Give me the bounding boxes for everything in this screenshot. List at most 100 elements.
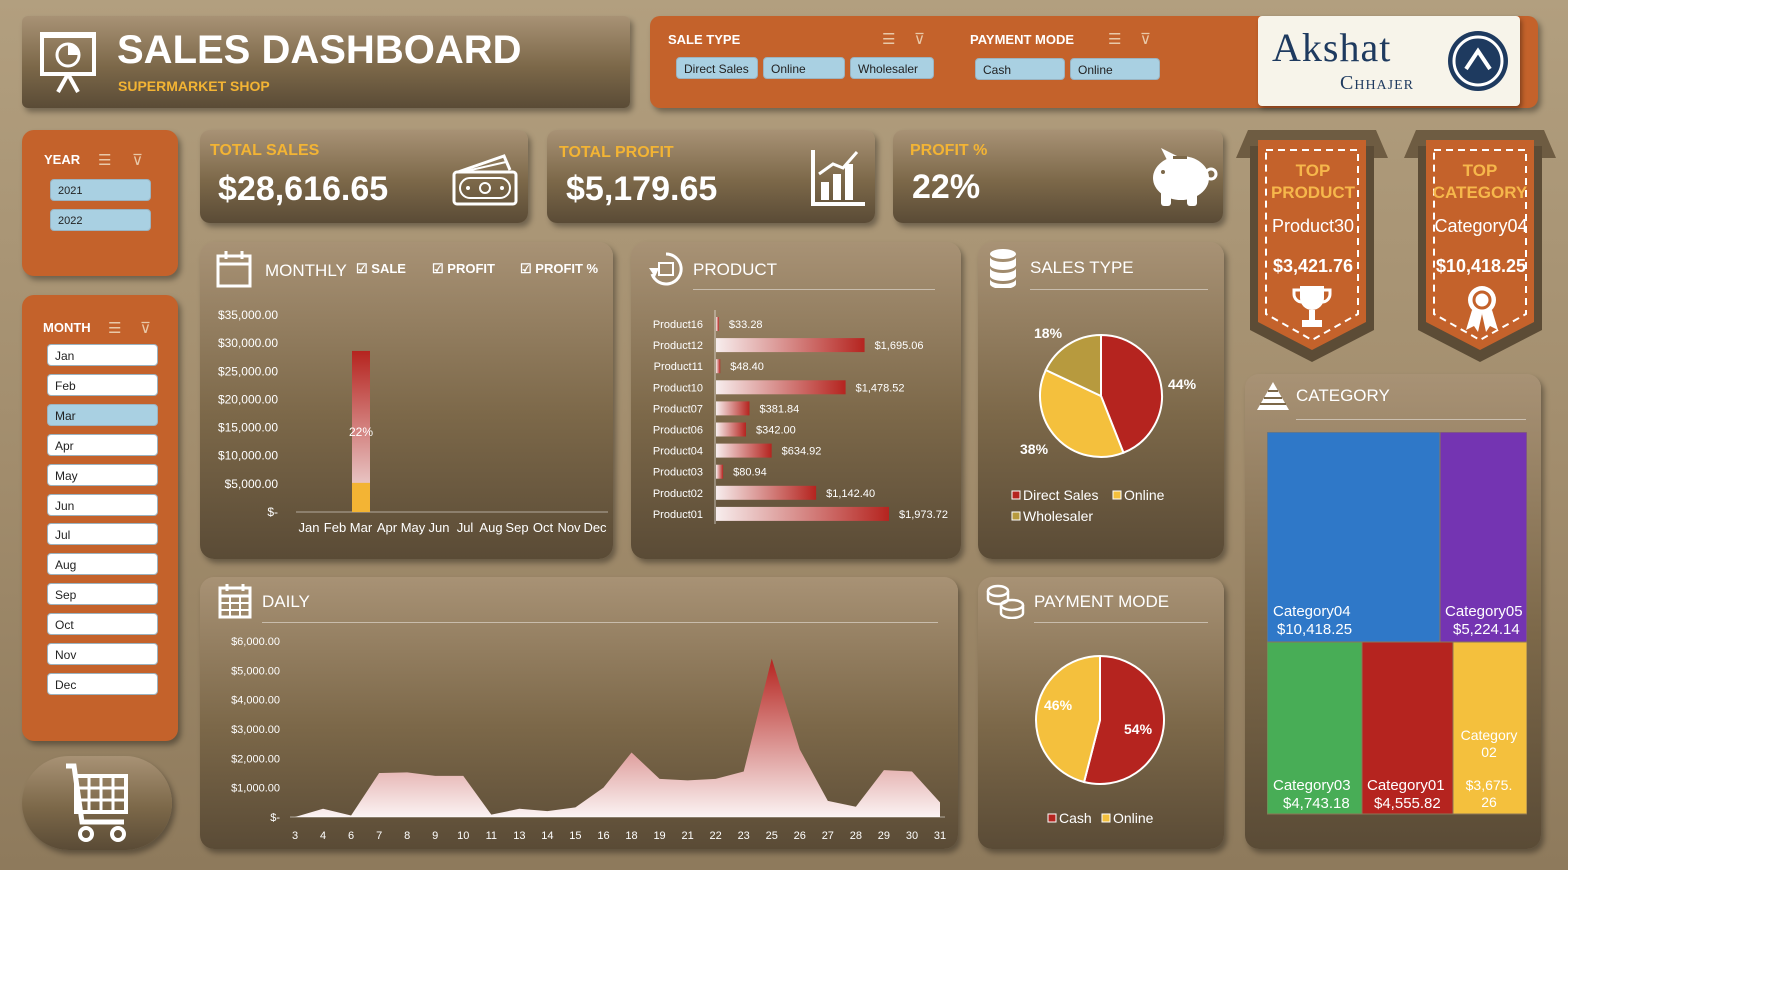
treemap-value: $10,418.25 [1277, 621, 1352, 638]
year-2022[interactable]: 2022 [50, 209, 151, 231]
toggle-profit-label: PROFIT [447, 261, 495, 276]
bar-data-label: 22% [349, 425, 373, 439]
month-jul[interactable]: Jul [47, 523, 158, 546]
shopping-cart-icon [66, 763, 128, 842]
treemap-value: 26 [1481, 794, 1497, 810]
multiselect-icon[interactable]: ☰ [98, 151, 111, 169]
clear-filter-icon[interactable]: ⊽ [140, 319, 151, 337]
x-tick-label: 11 [486, 830, 497, 842]
x-tick-label: Jul [457, 520, 474, 535]
payment-mode-cash[interactable]: Cash [975, 58, 1065, 80]
category-treemap: Category04$10,418.25 Category05$5,224.14 C… [1267, 432, 1527, 815]
year-2021[interactable]: 2021 [50, 179, 151, 201]
y-tick-label: $5,000.00 [225, 477, 279, 491]
year-slicer: YEAR ☰ ⊽ 2021 2022 [22, 130, 178, 276]
checkbox-icon: ☑ [520, 261, 532, 276]
sale-type-direct-sales[interactable]: Direct Sales [676, 57, 758, 79]
toggle-sale[interactable]: ☑ SALE [356, 261, 406, 277]
year-label: YEAR [44, 152, 81, 167]
y-tick-label: $20,000.00 [218, 392, 278, 406]
month-feb[interactable]: Feb [47, 373, 158, 396]
month-jun[interactable]: Jun [47, 493, 158, 516]
multiselect-icon[interactable]: ☰ [108, 319, 121, 337]
category-panel: CATEGORY Category04 $10,418.25 Category05 $… [1245, 374, 1541, 849]
daily-panel: DAILY $6,000.00 $5,000.00 $4,000.00 $3,000.… [200, 577, 958, 849]
x-tick-label: Mar [350, 520, 373, 535]
y-tick-label: Product06 [653, 425, 703, 437]
x-tick-label: Feb [324, 520, 346, 535]
legend-swatch [1047, 813, 1057, 823]
month-may[interactable]: May [47, 463, 158, 486]
sales-type-panel: SALES TYPE 44% 38% 18% Direct Sales Online Wh… [978, 242, 1224, 559]
logo-name-line2: Chhajer [1340, 72, 1415, 94]
payment-mode-title: PAYMENT MODE [1034, 592, 1170, 611]
product-bar [716, 317, 719, 331]
kpi-label: TOTAL PROFIT [559, 144, 674, 161]
payment-mode-online[interactable]: Online [1070, 58, 1160, 80]
payment-mode-chart: 54% 46% Cash Online [1035, 654, 1165, 826]
clear-filter-icon[interactable]: ⊽ [1140, 30, 1151, 48]
kpi-total-profit: TOTAL PROFIT $5,179.65 [547, 130, 875, 223]
legend-label: Wholesaler [1023, 508, 1093, 524]
y-tick-label: Product04 [653, 446, 703, 458]
top-category-label-line1: TOP [1462, 161, 1498, 180]
y-tick-label: $1,000.00 [231, 783, 280, 795]
month-dec[interactable]: Dec [47, 672, 158, 695]
month-mar[interactable]: Mar [47, 403, 158, 426]
toggle-profit-pct[interactable]: ☑ PROFIT % [520, 261, 598, 277]
category-title: CATEGORY [1296, 386, 1390, 405]
x-tick-label: May [401, 520, 426, 535]
x-tick-label: 21 [681, 830, 693, 842]
x-tick-label: 22 [710, 830, 722, 842]
month-jan[interactable]: Jan [47, 344, 158, 366]
month-oct[interactable]: Oct [47, 613, 158, 636]
product-bar-label: $80.94 [733, 467, 767, 479]
x-tick-label: 28 [850, 830, 862, 842]
x-tick-label: 26 [794, 830, 806, 842]
product-bar [716, 401, 750, 416]
multiselect-icon[interactable]: ☰ [882, 30, 895, 48]
kpi-profit-pct: PROFIT % 22% [893, 130, 1223, 223]
product-bar [716, 443, 772, 458]
top-product-label-line1: TOP [1295, 161, 1331, 180]
kpi-value: 22% [912, 168, 981, 206]
pyramid-icon [1257, 382, 1289, 410]
x-tick-label: Oct [533, 520, 554, 535]
x-tick-label: 4 [320, 830, 326, 842]
daily-chart: $6,000.00 $5,000.00 $4,000.00 $3,000.00 $2,0… [231, 636, 946, 842]
product-bar [716, 464, 724, 479]
x-tick-label: 15 [569, 830, 581, 842]
x-tick-label: Aug [479, 520, 502, 535]
y-tick-label: $2,000.00 [231, 753, 280, 765]
logo-name-line1: Akshat [1272, 25, 1392, 70]
month-nov[interactable]: Nov [47, 643, 158, 665]
month-apr[interactable]: Apr [47, 433, 158, 456]
product-bar-label: $48.40 [730, 361, 764, 373]
month-sep[interactable]: Sep [47, 583, 158, 606]
monthly-panel: MONTHLY ☑ SALE ☑ PROFIT ☑ PROFIT % $35,0… [200, 242, 613, 559]
kpi-value: $28,616.65 [218, 170, 389, 208]
calendar-icon [216, 251, 252, 288]
brand-logo: Akshat Chhajer [1258, 16, 1520, 106]
treemap-label: Category [1461, 727, 1518, 743]
clear-filter-icon[interactable]: ⊽ [132, 151, 143, 169]
toggle-profit[interactable]: ☑ PROFIT [432, 261, 495, 277]
product-bar-label: $342.00 [756, 425, 796, 437]
sale-type-label: SALE TYPE [668, 32, 741, 47]
month-aug[interactable]: Aug [47, 553, 158, 576]
multiselect-icon[interactable]: ☰ [1108, 30, 1121, 48]
header-panel: SALES DASHBOARD SUPERMARKET SHOP [22, 16, 630, 108]
clear-filter-icon[interactable]: ⊽ [914, 30, 925, 48]
calendar-grid-icon [218, 584, 252, 619]
sale-type-online[interactable]: Online [763, 57, 845, 79]
x-tick-label: Apr [377, 520, 398, 535]
treemap-label: Category03 [1273, 777, 1351, 794]
treemap-label: Category05 [1445, 603, 1523, 620]
slice-label: 54% [1124, 721, 1153, 737]
slice-label: 44% [1168, 376, 1197, 392]
product-bar [716, 338, 865, 353]
x-tick-label: 25 [766, 830, 778, 842]
x-tick-label: 10 [457, 830, 469, 842]
divider [1034, 622, 1208, 623]
sale-type-wholesaler[interactable]: Wholesaler [850, 57, 934, 79]
